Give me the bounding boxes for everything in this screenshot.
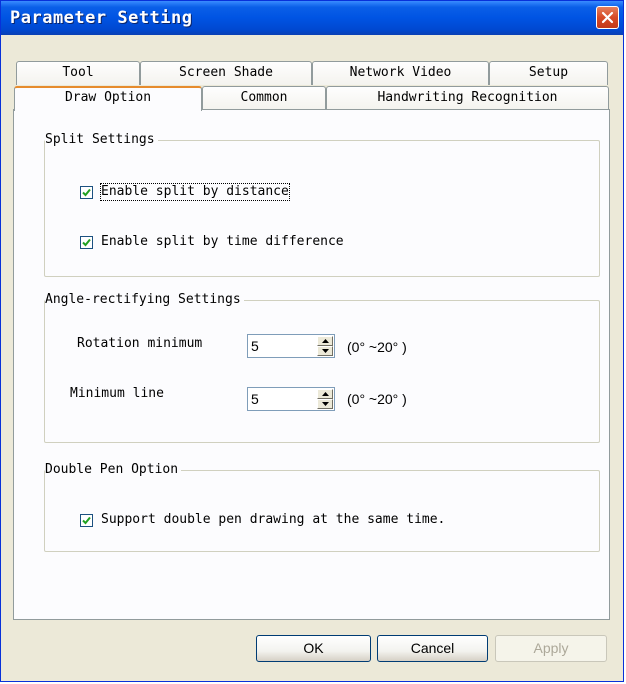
tab-label: Handwriting Recognition [377,90,558,105]
tab-tool[interactable]: Tool [16,61,140,85]
window-title: Parameter Setting [10,8,193,28]
spin-buttons [317,389,333,409]
checkbox-double-pen[interactable] [80,514,93,527]
range-rotation-minimum: (0° ~20° ) [347,339,407,355]
title-bar[interactable]: Parameter Setting [1,1,623,35]
group-caption-angle: Angle-rectifying Settings [45,292,244,308]
checkmark-icon [82,238,91,247]
tab-label: Draw Option [64,90,152,105]
spin-up-button[interactable] [317,336,333,346]
label-split-by-distance[interactable]: Enable split by distance [100,183,290,201]
group-caption-split: Split Settings [45,132,158,148]
close-icon [601,11,614,24]
arrow-up-icon [322,392,329,396]
label-minimum-line: Minimum line [70,386,164,401]
tab-screen-shade[interactable]: Screen Shade [140,61,312,85]
apply-button[interactable]: Apply [495,635,607,662]
tab-label: Common [240,90,288,105]
label-double-pen[interactable]: Support double pen drawing at the same t… [101,512,445,528]
tab-label: Network Video [349,65,452,80]
tab-draw-option[interactable]: Draw Option [14,86,202,111]
group-angle-rectifying: Angle-rectifying Settings Rotation minim… [44,292,600,443]
tab-handwriting-recognition[interactable]: Handwriting Recognition [326,86,609,110]
label-rotation-minimum: Rotation minimum [77,336,203,351]
group-double-pen: Double Pen Option Support double pen dra… [44,462,600,552]
checkbox-split-by-distance[interactable] [80,186,93,199]
dialog-window: Parameter Setting Tool Screen Shade Netw… [0,0,624,682]
close-button[interactable] [596,6,619,29]
arrow-down-icon [322,402,329,406]
spin-value[interactable]: 5 [251,338,259,354]
tab-panel-draw-option: Split Settings Enable split by distance … [13,109,610,620]
arrow-up-icon [322,339,329,343]
tab-setup[interactable]: Setup [489,61,608,85]
cancel-button[interactable]: Cancel [377,635,488,662]
spin-down-button[interactable] [317,346,333,356]
group-split-settings: Split Settings Enable split by distance … [44,132,600,277]
label-split-by-time[interactable]: Enable split by time difference [101,234,344,250]
spin-up-button[interactable] [317,389,333,399]
ok-button[interactable]: OK [256,635,371,662]
checkmark-icon [82,516,91,525]
spin-down-button[interactable] [317,399,333,409]
tab-common[interactable]: Common [202,86,326,110]
spin-value[interactable]: 5 [251,391,259,407]
spin-buttons [317,336,333,356]
checkbox-split-by-time[interactable] [80,236,93,249]
spin-rotation-minimum[interactable]: 5 [247,334,335,358]
tab-label: Tool [62,65,94,80]
checkmark-icon [82,188,91,197]
tab-network-video[interactable]: Network Video [312,61,489,85]
group-caption-double-pen: Double Pen Option [45,462,182,478]
range-minimum-line: (0° ~20° ) [347,391,407,407]
arrow-down-icon [322,349,329,353]
spin-minimum-line[interactable]: 5 [247,387,335,411]
tab-label: Screen Shade [179,65,273,80]
tab-label: Setup [528,65,569,80]
